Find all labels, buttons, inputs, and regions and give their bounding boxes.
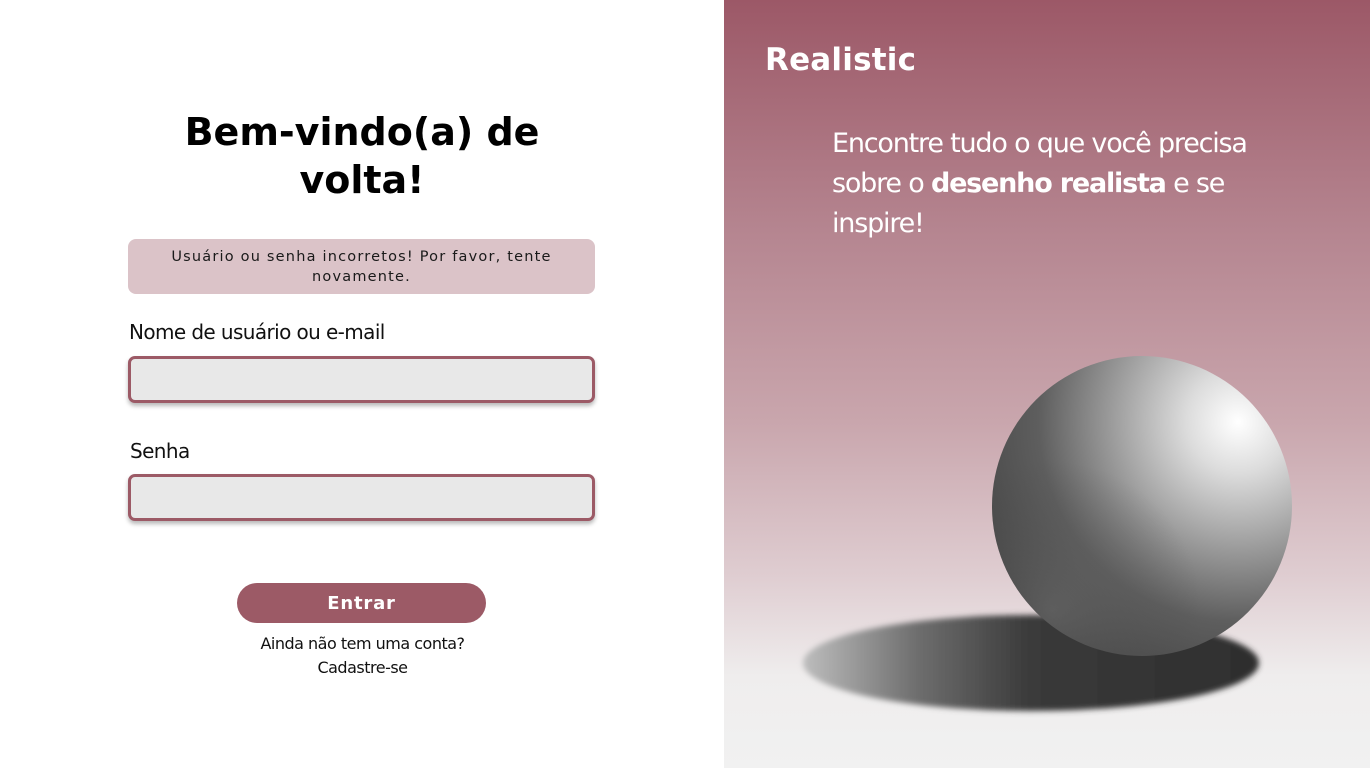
promo-panel: Realistic Encontre tudo o que você preci… bbox=[724, 0, 1370, 768]
tagline: Encontre tudo o que você precisa sobre o… bbox=[832, 124, 1272, 244]
page-title: Bem-vindo(a) de volta! bbox=[184, 110, 540, 202]
password-input[interactable] bbox=[128, 474, 595, 521]
password-label: Senha bbox=[130, 439, 190, 463]
login-panel: Bem-vindo(a) de volta! Usuário ou senha … bbox=[0, 0, 724, 768]
username-input[interactable] bbox=[128, 356, 595, 403]
sphere-rim-light bbox=[992, 356, 1292, 656]
signup-prompt: Ainda não tem uma conta? bbox=[260, 634, 465, 653]
sphere-illustration bbox=[803, 356, 1292, 711]
brand-logo: Realistic bbox=[765, 42, 917, 78]
username-label: Nome de usuário ou e-mail bbox=[129, 320, 385, 344]
signup-area: Ainda não tem uma conta? Cadastre-se bbox=[200, 632, 525, 680]
error-alert: Usuário ou senha incorretos! Por favor, … bbox=[128, 239, 595, 294]
error-message: Usuário ou senha incorretos! Por favor, … bbox=[171, 248, 552, 285]
signup-link[interactable]: Cadastre-se bbox=[317, 658, 408, 677]
login-button[interactable]: Entrar bbox=[237, 583, 486, 623]
tagline-highlight: desenho realista bbox=[930, 168, 1167, 199]
